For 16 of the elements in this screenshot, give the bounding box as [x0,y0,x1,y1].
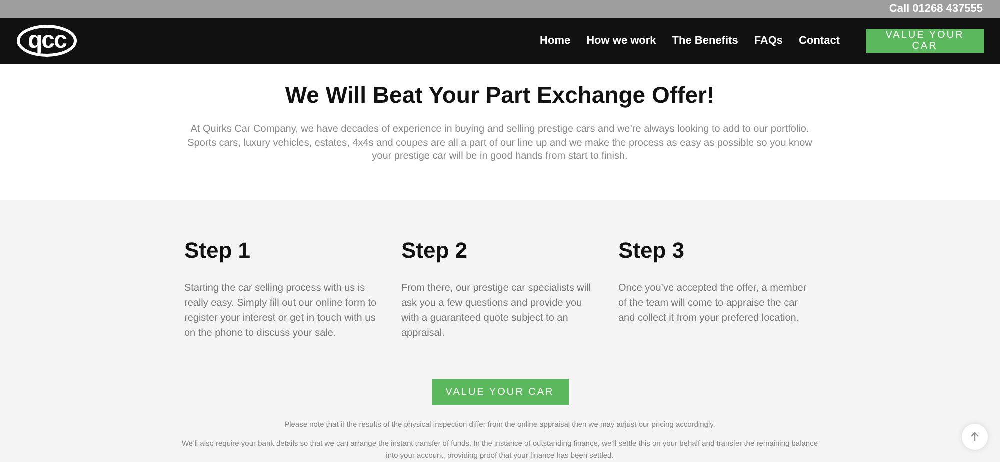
step-text: From there, our prestige car specialists will ask you a few questions and provide you with a guaranteed quote subject to an appraisal. [402,282,592,341]
logo[interactable]: qcc [17,25,78,57]
intro-paragraph: At Quirks Car Company, we have decades of experience in buying and selling prestige cars and we’re always looking to add to our portfolio. Sports cars, luxury vehicles, estates, 4x4s and coupes are all a part of our line up and we make the process as easy as possible so you know your prestige car will be in good hands from start to finish. [186,123,814,164]
scroll-top-button[interactable] [962,424,988,450]
nav-link[interactable]: Contact [799,35,840,47]
arrow-up-icon [970,432,980,442]
nav-link[interactable]: FAQs [754,35,784,47]
step-title: Step 3 [618,238,686,264]
page-title: We Will Beat Your Part Exchange Offer! [285,82,715,109]
nav-link[interactable]: How we work [586,35,656,47]
step-text: Once you’ve accepted the offer, a member of the team will come to appraise the car and collect it from your prefered location. [618,282,808,326]
nav-link[interactable]: Home [540,35,571,47]
step-text: Starting the car selling process with us is really easy. Simply fill out our online form to register your interest or get in touch with us on the phone to discuss your sale. [184,282,378,341]
nav-link[interactable]: The Benefits [672,35,738,47]
step-title: Step 1 [184,238,252,264]
step-title: Step 2 [402,238,469,264]
